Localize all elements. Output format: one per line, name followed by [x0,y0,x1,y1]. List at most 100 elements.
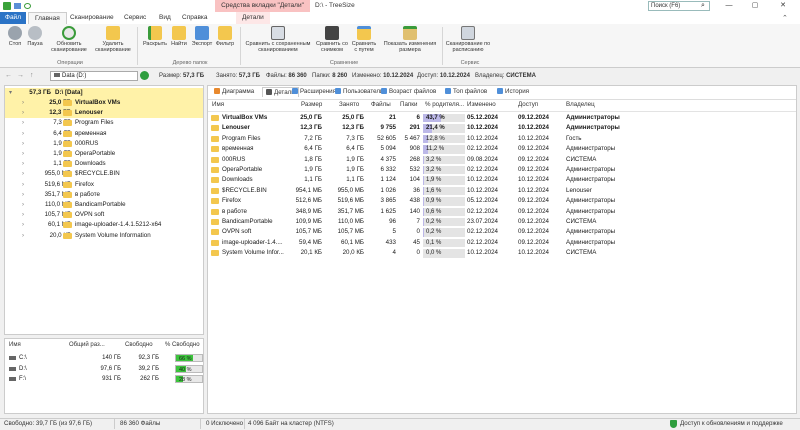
col-allocated[interactable]: Занято [339,100,359,110]
col-name[interactable]: Имя [212,100,224,110]
compare-saved-button[interactable]: Сравнить с сохраненным сканированием [243,26,313,53]
updates-support-link[interactable]: Доступ к обновлениям и поддержке [680,418,783,430]
tab-top-files[interactable]: Топ файлов [445,87,487,97]
expand-arrow-icon[interactable]: › [22,149,24,159]
table-row[interactable]: в работе 348,9 МБ 351,7 МБ 1 625 140 0,6 % 02.… [208,207,796,217]
tab-main[interactable]: Главная [28,12,67,24]
table-row[interactable]: временная 6,4 ГБ 6,4 ГБ 5 094 908 11,2 % 02.12… [208,144,796,154]
tab-scan[interactable]: Сканирование [64,12,120,24]
col-parent-pct[interactable]: % родителя... [425,100,464,110]
expand-arrow-icon[interactable]: › [22,180,24,190]
expand-arrow-icon[interactable]: › [22,139,24,149]
close-button[interactable]: ✕ [772,0,794,12]
schedule-scan-button[interactable]: Сканирование по расписанию [444,26,492,53]
drives-header-total[interactable]: Общий раз... [69,342,105,348]
export-button[interactable]: Экспорт [190,26,214,47]
tab-details[interactable]: Детали [236,12,270,24]
col-folders[interactable]: Папки [400,100,417,110]
expand-arrow-icon[interactable]: › [22,210,24,220]
col-files[interactable]: Файлы [371,100,391,110]
tab-chart[interactable]: Диаграмма [214,87,254,97]
expand-arrow-icon[interactable]: › [22,220,24,230]
pause-button[interactable]: Пауза [26,26,44,47]
tree-root[interactable]: ▾ 57,3 ГБ D:\ [Data] [5,88,203,98]
table-row[interactable]: image-uploader-1.4.... 59,4 МБ 60,1 МБ 433 4… [208,238,796,248]
refresh-scan-button[interactable]: Обновить сканирование [50,26,88,53]
expand-arrow-icon[interactable]: › [22,190,24,200]
qat-save-icon[interactable] [14,3,21,9]
compare-snapshot-button[interactable]: Сравнить со снимком [314,26,350,53]
collapse-ribbon-icon[interactable]: ⌃ [782,14,788,22]
expand-arrow-icon[interactable]: › [22,200,24,210]
table-row[interactable]: OVPN soft 105,7 МБ 105,7 МБ 5 0 0,2 % 02.12.20… [208,227,796,237]
find-button[interactable]: Найти [169,26,189,47]
tree-item[interactable]: ›1,1 ГБDownloads [5,159,203,169]
drives-header-name[interactable]: Имя [9,342,21,348]
tab-extensions[interactable]: Расширения [292,87,336,97]
minimize-button[interactable]: — [718,0,740,12]
expand-arrow-icon[interactable]: › [22,118,24,128]
tree-item[interactable]: ›6,4 ГБвременная [5,129,203,139]
stop-button[interactable]: Стоп [6,26,24,47]
tab-file-age[interactable]: Возраст файлов [381,87,436,97]
col-size[interactable]: Размер [301,100,322,110]
tree-item[interactable]: › 60,1 МБ image-uploader-1.4.1.5212-x64 [5,220,203,230]
tab-help[interactable]: Справка [176,12,214,24]
tree-item[interactable]: › 12,3 ГБ Lenouser [5,108,203,119]
tree-item[interactable]: ›7,3 ГБProgram Files [5,118,203,128]
delete-scan-button[interactable]: Удалить сканирование [94,26,132,53]
qat-refresh-icon[interactable] [24,3,31,9]
col-owner[interactable]: Владелец [566,100,595,110]
drive-row[interactable]: D:\ 97,6 ГБ 39,2 ГБ 40 % [5,364,203,374]
tree-item[interactable]: › 20,0 КБ System Volume Information [5,231,203,241]
table-row[interactable]: VirtualBox VMs 25,0 ГБ 25,0 ГБ 21 6 43,7 % 05.… [208,113,796,123]
tree-item[interactable]: › 105,7 МБ OVPN soft [5,210,203,220]
table-row[interactable]: Firefox 512,6 МБ 519,6 МБ 3 865 438 0,9 % 05.1… [208,196,796,206]
tree-item[interactable]: › 955,0 МБ $RECYCLE.BIN [5,169,203,179]
expand-button[interactable]: Раскрыть [141,26,169,47]
tab-tools[interactable]: Сервис [118,12,152,24]
table-row[interactable]: OperaPortable 1,9 ГБ 1,9 ГБ 6 332 532 3,2 % 02… [208,165,796,175]
drives-header-pct[interactable]: % Свободно [165,342,200,348]
drive-row[interactable]: F:\ 931 ГБ 262 ГБ 28 % [5,374,203,384]
tree-item[interactable]: ›1,9 ГБ000RUS [5,139,203,149]
table-row[interactable]: Downloads 1,1 ГБ 1,1 ГБ 1 124 104 1,9 % 10.12.… [208,175,796,185]
back-arrow-icon[interactable]: ← [5,72,12,79]
go-button[interactable] [140,71,149,80]
table-row[interactable]: $RECYCLE.BIN 954,1 МБ 955,0 МБ 1 026 36 1,6 %… [208,186,796,196]
folder-icon [211,156,219,163]
filter-button[interactable]: Фильтр [214,26,236,47]
show-changes-button[interactable]: Показать изменения размера [383,26,437,53]
group-separator [137,27,138,65]
maximize-button[interactable]: ▢ [744,0,766,12]
expand-arrow-icon[interactable]: › [22,129,24,139]
expand-arrow-icon[interactable]: › [22,169,24,179]
table-row[interactable]: Lenouser 12,3 ГБ 12,3 ГБ 9 755 291 21,4 % 10.1… [208,123,796,133]
drive-row[interactable]: C:\ 140 ГБ 92,3 ГБ 66 % [5,353,203,363]
expand-arrow-icon[interactable]: › [22,159,24,169]
forward-arrow-icon[interactable]: → [17,72,24,79]
table-row[interactable]: 000RUS 1,8 ГБ 1,9 ГБ 4 375 268 3,2 % 09.08.202… [208,155,796,165]
search-icon[interactable]: ⌕ [701,2,705,10]
expand-arrow-icon[interactable]: › [22,98,24,108]
table-row[interactable]: System Volume Infor... 20,1 КБ 20,0 КБ 4 0 0,… [208,248,796,258]
tree-item[interactable]: › 110,0 МБ BandicamPortable [5,200,203,210]
table-row[interactable]: Program Files 7,2 ГБ 7,3 ГБ 52 605 5 467 12,8… [208,134,796,144]
expand-arrow-icon[interactable]: › [22,231,24,241]
tree-item[interactable]: › 25,0 ГБ VirtualBox VMs [5,98,203,108]
expand-arrow-icon[interactable]: › [22,108,24,118]
table-row[interactable]: BandicamPortable 109,9 МБ 110,0 МБ 96 7 0,2 %… [208,217,796,227]
col-access[interactable]: Доступ [518,100,538,110]
compare-path-button[interactable]: Сравнить с путем [350,26,378,53]
path-input[interactable]: Data (D:) [50,71,138,81]
tree-item[interactable]: › 519,6 МБ Firefox [5,180,203,190]
tree-item[interactable]: ›1,9 ГБOperaPortable [5,149,203,159]
drives-header-free[interactable]: Свободно [125,342,153,348]
tab-history[interactable]: История [497,87,529,97]
tree-item[interactable]: › 351,7 МБ в работе [5,190,203,200]
tab-users[interactable]: Пользователи [335,87,383,97]
col-modified[interactable]: Изменено [467,100,496,110]
up-arrow-icon[interactable]: ↑ [30,72,34,79]
tab-view[interactable]: Вид [153,12,177,24]
tab-file[interactable]: Файл [0,12,26,24]
